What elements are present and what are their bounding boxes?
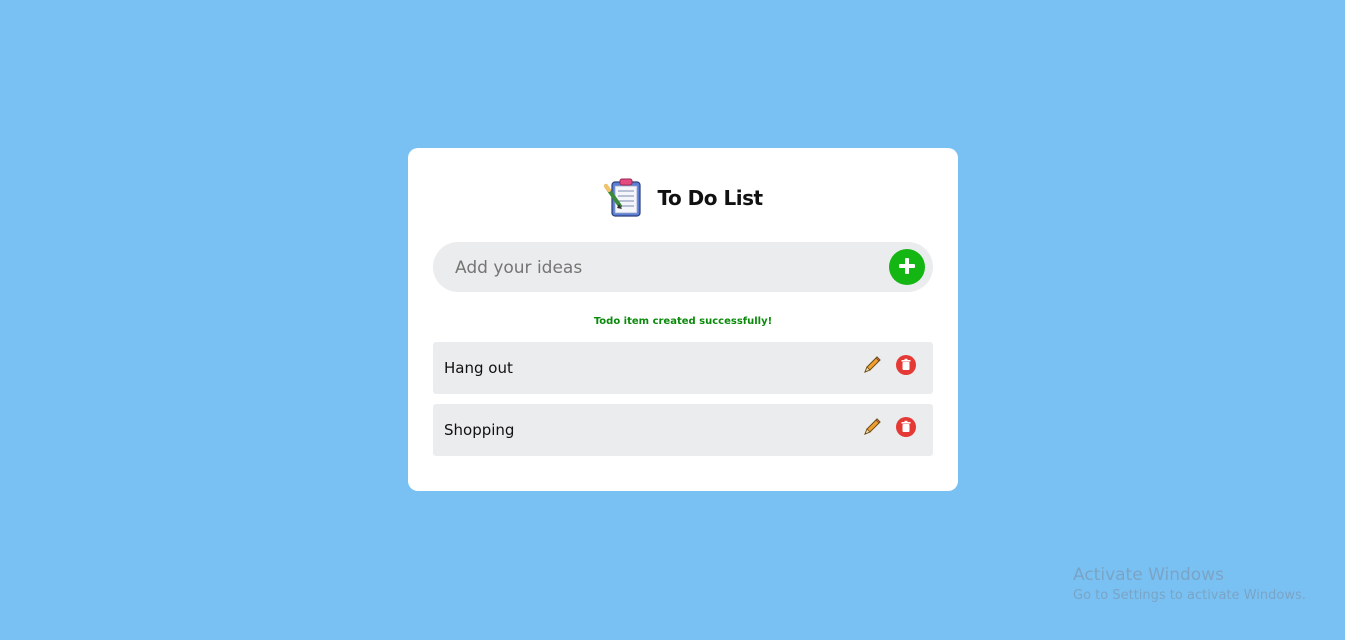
windows-activation-watermark: Activate Windows Go to Settings to activ…: [1073, 564, 1306, 606]
pencil-icon[interactable]: [861, 354, 883, 376]
plus-icon: [896, 255, 918, 280]
pencil-icon[interactable]: [861, 416, 883, 438]
todo-list: Hang out Shopping: [433, 342, 933, 466]
trash-icon[interactable]: [895, 416, 917, 438]
todo-text: Hang out: [444, 359, 513, 377]
status-message: Todo item created successfully!: [593, 316, 773, 327]
list-item: Hang out: [433, 342, 933, 394]
page-title: To Do List: [657, 186, 763, 210]
list-item: Shopping: [433, 404, 933, 456]
todo-card: To Do List Todo item created successfull…: [408, 148, 958, 491]
todo-text: Shopping: [444, 421, 515, 439]
todo-input[interactable]: [453, 242, 857, 294]
add-todo-bar: [433, 242, 933, 294]
clipboard-checklist-icon: [603, 176, 647, 220]
trash-icon[interactable]: [895, 354, 917, 376]
add-todo-button[interactable]: [889, 249, 925, 285]
watermark-subtitle: Go to Settings to activate Windows.: [1073, 588, 1306, 603]
header: To Do List: [408, 176, 958, 220]
watermark-title: Activate Windows: [1073, 565, 1224, 585]
